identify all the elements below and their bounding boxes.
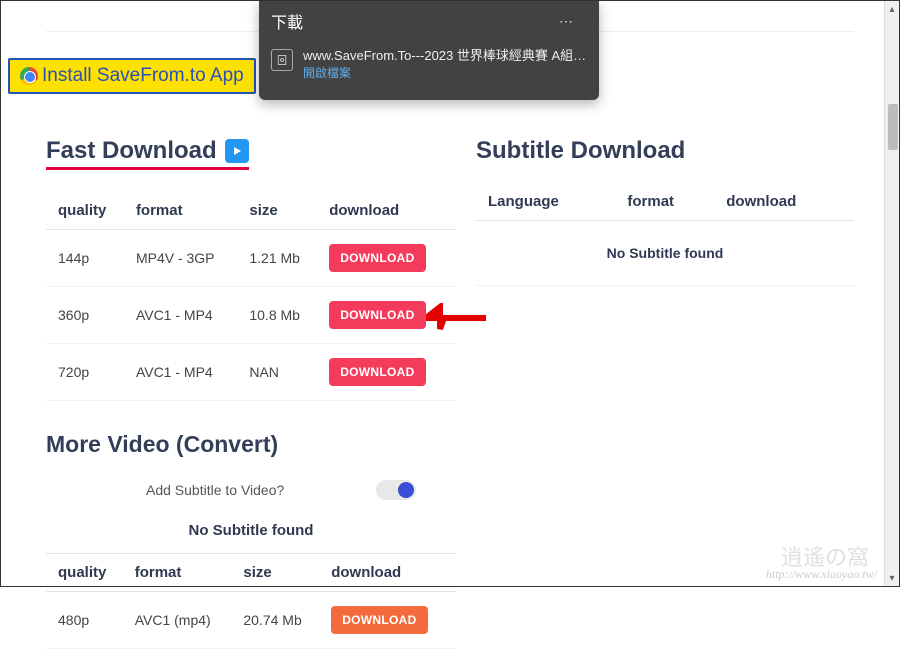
download-panel-title: 下載 <box>271 9 303 33</box>
table-row: 360p AVC1 - MP4 10.8 Mb DOWNLOAD <box>46 287 456 344</box>
download-item[interactable]: www.SaveFrom.To---2023 世界棒球經典賽 A組預賽 義...… <box>271 43 587 86</box>
table-row-empty: No Subtitle found <box>476 221 854 286</box>
download-button[interactable]: DOWNLOAD <box>329 358 425 386</box>
col-quality: quality <box>46 192 128 230</box>
table-row: 144p MP4V - 3GP 1.21 Mb DOWNLOAD <box>46 230 456 287</box>
download-button[interactable]: DOWNLOAD <box>331 606 427 634</box>
subtitle-download-heading: Subtitle Download <box>476 137 854 165</box>
play-icon[interactable] <box>225 139 249 163</box>
col-download: download <box>323 554 456 592</box>
scroll-down-icon[interactable]: ▾ <box>885 570 899 586</box>
subtitle-download-table: Language format download No Subtitle fou… <box>476 183 854 286</box>
fast-download-heading: Fast Download <box>46 137 249 170</box>
table-row: 720p AVC1 - MP4 NAN DOWNLOAD <box>46 344 456 401</box>
watermark-url: http://www.xiaoyao.tw/ <box>766 567 877 582</box>
col-format: format <box>619 183 718 221</box>
more-video-table: quality format size download 480p AVC1 (… <box>46 554 456 649</box>
col-format: format <box>127 554 236 592</box>
col-download: download <box>321 192 456 230</box>
download-button[interactable]: DOWNLOAD <box>329 244 425 272</box>
col-download: download <box>718 183 854 221</box>
col-quality: quality <box>46 554 127 592</box>
scroll-thumb[interactable] <box>888 104 898 150</box>
more-icon[interactable]: ⋯ <box>559 13 573 30</box>
no-subtitle-cell: No Subtitle found <box>476 221 854 286</box>
scroll-up-icon[interactable]: ▴ <box>885 1 899 17</box>
download-item-open[interactable]: 開啟檔案 <box>303 65 587 82</box>
chrome-icon <box>20 67 38 85</box>
scrollbar[interactable]: ▴ ▾ <box>884 1 899 586</box>
add-subtitle-toggle[interactable] <box>376 480 416 500</box>
install-app-label: Install SaveFrom.to App <box>42 65 244 87</box>
add-subtitle-label: Add Subtitle to Video? <box>146 482 284 498</box>
no-subtitle-text: No Subtitle found <box>46 514 456 554</box>
install-app-button[interactable]: Install SaveFrom.to App <box>8 58 256 94</box>
table-row: 480p AVC1 (mp4) 20.74 Mb DOWNLOAD <box>46 592 456 649</box>
col-size: size <box>235 554 323 592</box>
browser-download-panel: 下載 ⋯ www.SaveFrom.To---2023 世界棒球經典賽 A組預賽… <box>259 1 599 100</box>
more-video-heading: More Video (Convert) <box>46 431 456 458</box>
col-format: format <box>128 192 241 230</box>
download-button[interactable]: DOWNLOAD <box>329 301 425 329</box>
download-item-name: www.SaveFrom.To---2023 世界棒球經典賽 A組預賽 義... <box>303 47 587 65</box>
file-icon <box>271 49 293 71</box>
col-size: size <box>241 192 321 230</box>
col-language: Language <box>476 183 619 221</box>
fast-download-table: quality format size download 144p MP4V -… <box>46 192 456 401</box>
